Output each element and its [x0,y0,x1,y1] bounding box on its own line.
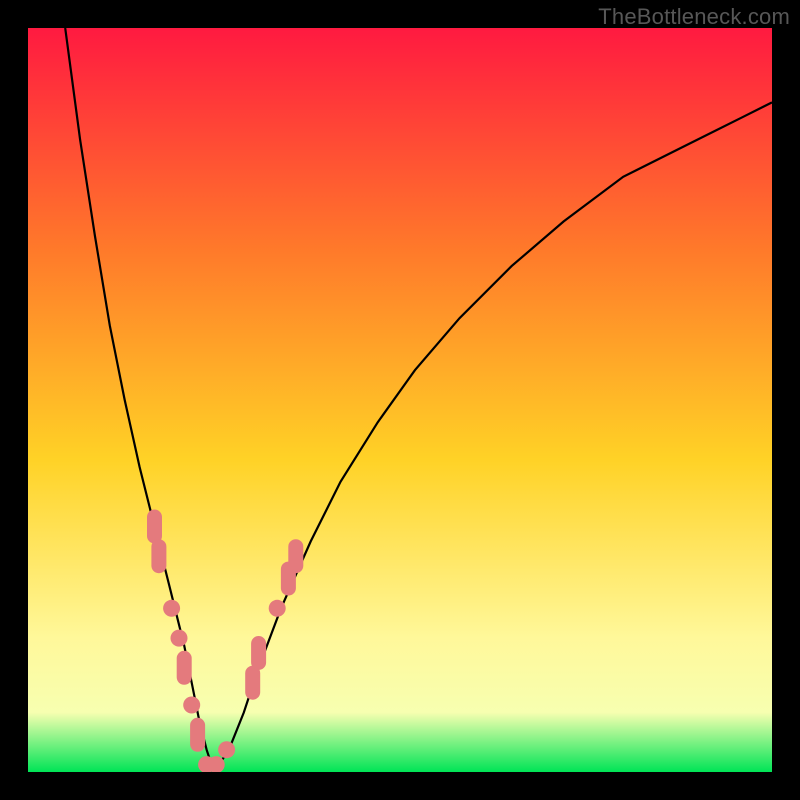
plot-area [28,28,772,772]
data-marker [190,718,205,752]
chart-frame: TheBottleneck.com [0,0,800,800]
data-marker [171,630,188,647]
gradient-background [28,28,772,772]
data-marker [183,697,200,714]
data-marker [218,741,235,758]
chart-svg [28,28,772,772]
data-marker [177,651,192,685]
data-marker [245,666,260,700]
data-marker [163,600,180,617]
data-marker [151,539,166,573]
data-marker [251,636,266,670]
data-marker [147,510,162,544]
data-marker [269,600,286,617]
data-marker [288,539,303,573]
watermark-text: TheBottleneck.com [598,4,790,30]
